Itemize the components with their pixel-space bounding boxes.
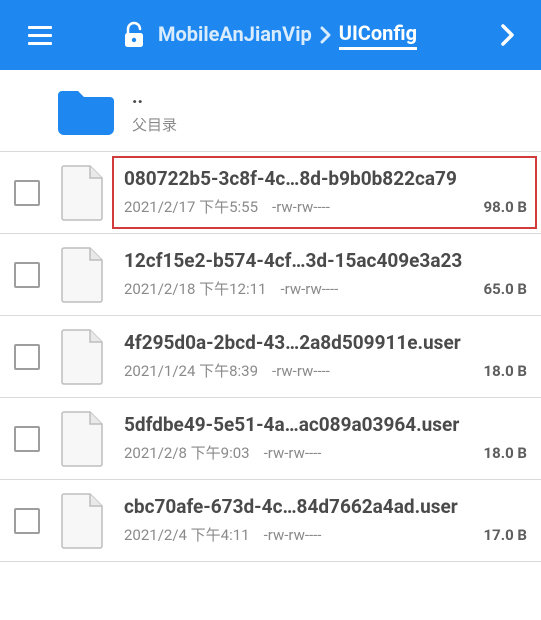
file-icon bbox=[58, 164, 108, 222]
file-date: 2021/1/24 下午8:39 bbox=[124, 360, 258, 381]
file-date: 2021/2/18 下午12:11 bbox=[124, 278, 266, 299]
chevron-right-icon bbox=[320, 26, 331, 44]
row-checkbox[interactable] bbox=[14, 508, 40, 534]
file-size: 18.0 B bbox=[484, 444, 527, 462]
file-list: .. 父目录 080722b5-3c8f-4c…8d-b9b0b822ca79 … bbox=[0, 70, 541, 562]
parent-dir-label: 父目录 bbox=[132, 114, 177, 135]
file-icon bbox=[58, 492, 108, 550]
file-permissions: -rw-rw---- bbox=[264, 444, 322, 462]
file-row[interactable]: 12cf15e2-b574-4cf…3d-15ac409e3a23 2021/2… bbox=[0, 234, 541, 316]
breadcrumb-parent[interactable]: MobileAnJianVip bbox=[158, 22, 312, 48]
file-row[interactable]: 4f295d0a-2bcd-43…2a8d509911e.user 2021/1… bbox=[0, 316, 541, 398]
file-row[interactable]: 5dfdbe49-5e51-4a…ac089a03964.user 2021/2… bbox=[0, 398, 541, 480]
forward-button[interactable] bbox=[489, 17, 525, 53]
breadcrumb: MobileAnJianVip UIConfig bbox=[158, 21, 489, 50]
file-name: 080722b5-3c8f-4c…8d-b9b0b822ca79 bbox=[124, 168, 527, 191]
lock-icon[interactable] bbox=[122, 21, 146, 49]
file-icon bbox=[58, 328, 108, 386]
file-size: 65.0 B bbox=[484, 280, 527, 298]
file-icon bbox=[58, 410, 108, 468]
breadcrumb-current[interactable]: UIConfig bbox=[339, 21, 417, 50]
file-name: 12cf15e2-b574-4cf…3d-15ac409e3a23 bbox=[124, 250, 527, 273]
file-permissions: -rw-rw---- bbox=[264, 526, 322, 544]
file-size: 17.0 B bbox=[484, 526, 527, 544]
file-date: 2021/2/17 下午5:55 bbox=[124, 196, 258, 217]
file-name: 4f295d0a-2bcd-43…2a8d509911e.user bbox=[124, 332, 527, 355]
app-header: MobileAnJianVip UIConfig bbox=[0, 0, 541, 70]
file-size: 18.0 B bbox=[484, 362, 527, 380]
file-permissions: -rw-rw---- bbox=[280, 280, 338, 298]
folder-icon bbox=[54, 85, 116, 137]
menu-button[interactable] bbox=[18, 13, 62, 57]
file-name: cbc70afe-673d-4c…84d7662a4ad.user bbox=[124, 496, 527, 519]
file-row[interactable]: 080722b5-3c8f-4c…8d-b9b0b822ca79 2021/2/… bbox=[0, 152, 541, 234]
file-size: 98.0 B bbox=[484, 198, 527, 216]
parent-directory-row[interactable]: .. 父目录 bbox=[0, 70, 541, 152]
file-icon bbox=[58, 246, 108, 304]
file-name: 5dfdbe49-5e51-4a…ac089a03964.user bbox=[124, 414, 527, 437]
row-checkbox[interactable] bbox=[14, 262, 40, 288]
parent-dir-name: .. bbox=[132, 86, 527, 109]
file-date: 2021/2/4 下午4:11 bbox=[124, 524, 250, 545]
file-permissions: -rw-rw---- bbox=[272, 198, 330, 216]
row-checkbox[interactable] bbox=[14, 180, 40, 206]
row-checkbox[interactable] bbox=[14, 426, 40, 452]
file-permissions: -rw-rw---- bbox=[272, 362, 330, 380]
row-checkbox[interactable] bbox=[14, 344, 40, 370]
file-date: 2021/2/8 下午9:03 bbox=[124, 442, 250, 463]
file-row[interactable]: cbc70afe-673d-4c…84d7662a4ad.user 2021/2… bbox=[0, 480, 541, 562]
